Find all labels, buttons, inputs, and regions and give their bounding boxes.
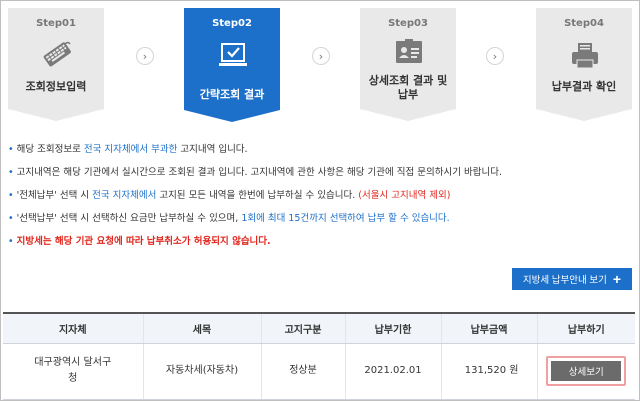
column-header: 납부기한 <box>345 313 442 344</box>
bullet: • <box>8 213 14 224</box>
notice-text: 고지내역 입니다. <box>177 144 248 155</box>
chevron-right-icon: › <box>136 47 154 65</box>
tax-item-cell: 자동차세(자동차) <box>143 343 262 400</box>
notice-text: 고지된 모든 내역을 한번에 납부하실 수 있습니다. <box>156 190 359 201</box>
tax-result-table: 지자체 세목 고지구분 납부기한 납부금액 납부하기 대구광역시 달서구 청 자… <box>3 312 635 400</box>
step-04: Step04 납부결과 확인 <box>536 8 632 121</box>
id-card-icon <box>393 36 425 68</box>
step-label-line2: 납부 <box>397 88 419 101</box>
region-cell: 대구광역시 달서구 청 <box>3 343 144 400</box>
notice-text: 해당 조회정보로 <box>16 144 84 155</box>
chevron-right-icon: › <box>486 47 504 65</box>
due-date-cell: 2021.02.01 <box>345 343 442 400</box>
column-header: 세목 <box>143 313 262 344</box>
step-label: 상세조회 결과 및 납부 <box>360 74 456 102</box>
step-number: Step04 <box>564 18 604 29</box>
notice-highlight: 1회에 최대 15건까지 선택하여 납부 할 수 있습니다. <box>241 213 450 224</box>
notice-warning: (서울시 고지내역 제외) <box>358 190 451 201</box>
notice-text: '선택납부' 선택 시 선택하신 요금만 납부하실 수 있으며, <box>16 213 242 224</box>
table-header-row: 지자체 세목 고지구분 납부기한 납부금액 납부하기 <box>3 313 635 344</box>
step-number: Step02 <box>212 18 252 29</box>
bullet: • <box>8 167 14 178</box>
step-01: Step01 조회정보입력 <box>8 8 104 121</box>
column-header: 고지구분 <box>261 313 346 344</box>
step-number: Step03 <box>388 18 428 29</box>
step-label: 조회정보입력 <box>25 80 87 93</box>
tax-payment-guide-button[interactable]: 지방세 납부안내 보기 + <box>512 268 632 290</box>
detail-view-button[interactable]: 상세보기 <box>551 361 622 381</box>
bullet: • <box>8 236 14 247</box>
notice-item: • 지방세는 해당 기관 요청에 따라 납부취소가 허용되지 않습니다. <box>8 230 628 253</box>
step-02: Step02 간략조회 결과 <box>184 8 280 122</box>
notice-item: • '선택납부' 선택 시 선택하신 요금만 납부하실 수 있으며, 1회에 최… <box>8 207 628 230</box>
notice-item: • '전체납부' 선택 시 전국 지자체에서 고지된 모든 내역을 한번에 납부… <box>8 184 628 207</box>
printer-icon <box>569 40 601 72</box>
monitor-check-icon <box>217 40 249 72</box>
action-cell: 상세보기 <box>537 343 635 400</box>
notice-list: • 해당 조회정보로 전국 지자체에서 부과한 고지내역 입니다. • 고지내역… <box>8 138 628 253</box>
column-header: 납부금액 <box>441 313 538 344</box>
bullet: • <box>8 190 14 201</box>
column-header: 지자체 <box>3 313 144 344</box>
region-line1: 대구광역시 달서구 <box>34 357 112 368</box>
notice-text: 고지내역은 해당 기관에서 실시간으로 조회된 결과 입니다. 고지내역에 관한… <box>16 167 502 178</box>
step-number: Step01 <box>36 18 76 29</box>
detail-button-highlight: 상세보기 <box>546 356 627 386</box>
chevron-right-icon: › <box>312 47 330 65</box>
keyboard-icon <box>41 38 73 70</box>
step-label: 납부결과 확인 <box>551 80 617 93</box>
notice-warning: 지방세는 해당 기관 요청에 따라 납부취소가 허용되지 않습니다. <box>16 236 271 247</box>
table-row: 대구광역시 달서구 청 자동차세(자동차) 정상분 2021.02.01 131… <box>3 343 635 400</box>
plus-icon: + <box>612 271 622 287</box>
amount-cell: 131,520 원 <box>441 343 538 400</box>
notice-item: • 해당 조회정보로 전국 지자체에서 부과한 고지내역 입니다. <box>8 138 628 161</box>
region-line2: 청 <box>68 373 78 384</box>
guide-button-label: 지방세 납부안내 보기 <box>522 275 607 286</box>
step-label-line1: 상세조회 결과 및 <box>368 74 448 87</box>
notice-highlight: 전국 지자체에서 부과한 <box>83 144 178 155</box>
step-label: 간략조회 결과 <box>199 88 265 101</box>
step-03: Step03 상세조회 결과 및 납부 <box>360 8 456 121</box>
notice-item: • 고지내역은 해당 기관에서 실시간으로 조회된 결과 입니다. 고지내역에 … <box>8 161 628 184</box>
notice-type-cell: 정상분 <box>261 343 346 400</box>
bullet: • <box>8 144 14 155</box>
notice-highlight: 전국 지자체에서 <box>92 190 157 201</box>
column-header: 납부하기 <box>537 313 635 344</box>
notice-text: '전체납부' 선택 시 <box>16 190 93 201</box>
